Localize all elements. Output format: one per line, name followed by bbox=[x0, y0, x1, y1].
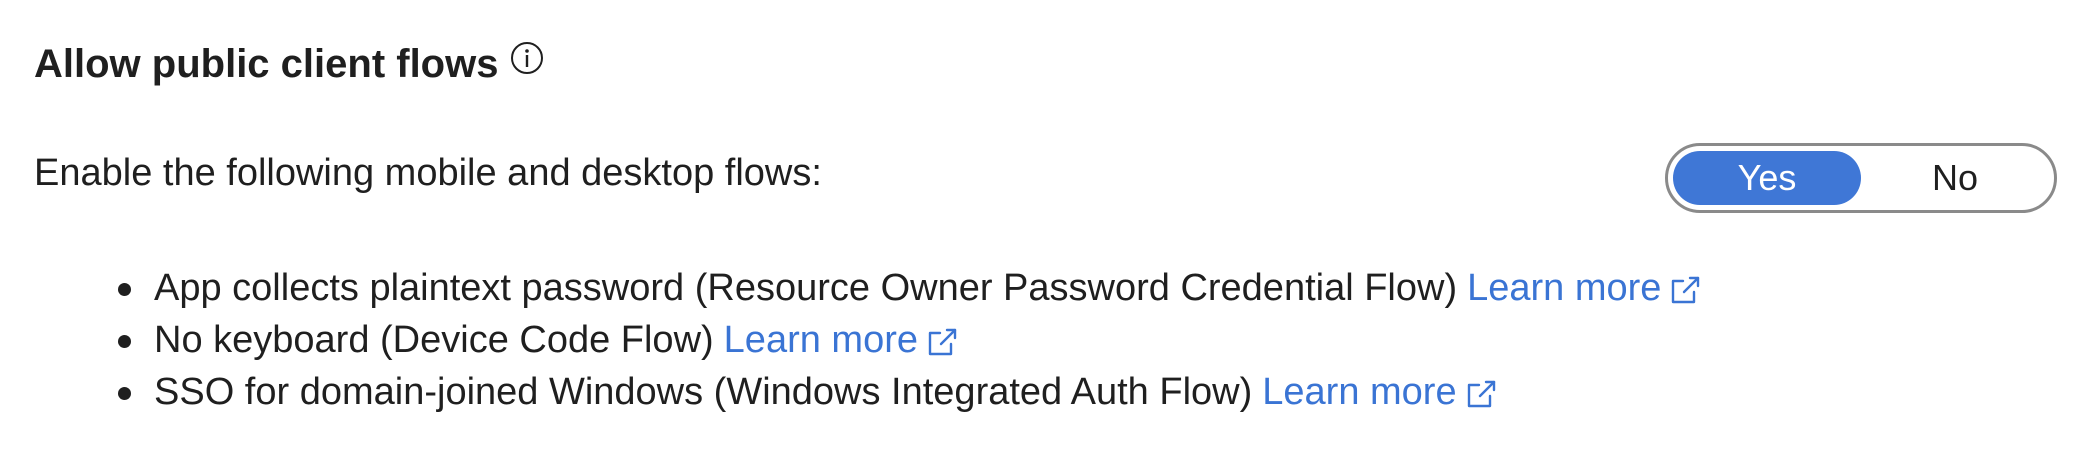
learn-more-label: Learn more bbox=[723, 319, 918, 361]
yes-no-toggle[interactable]: Yes No bbox=[1665, 143, 2057, 213]
learn-more-label: Learn more bbox=[1467, 267, 1662, 309]
section-title: Allow public client flows bbox=[34, 42, 499, 86]
flow-text: App collects plaintext password (Resourc… bbox=[154, 267, 1458, 309]
bullet-icon bbox=[118, 335, 131, 348]
list-item: No keyboard (Device Code Flow) Learn more bbox=[118, 314, 1705, 366]
external-link-icon bbox=[1461, 374, 1501, 414]
flow-text: No keyboard (Device Code Flow) bbox=[154, 319, 714, 361]
learn-more-link[interactable]: Learn more bbox=[1467, 267, 1705, 309]
flows-list: App collects plaintext password (Resourc… bbox=[118, 262, 1705, 418]
toggle-yes-option[interactable]: Yes bbox=[1673, 151, 1861, 205]
flows-description: Enable the following mobile and desktop … bbox=[34, 152, 822, 194]
info-icon[interactable] bbox=[510, 41, 544, 75]
list-item: SSO for domain-joined Windows (Windows I… bbox=[118, 366, 1705, 418]
list-item: App collects plaintext password (Resourc… bbox=[118, 262, 1705, 314]
learn-more-link[interactable]: Learn more bbox=[1262, 371, 1500, 413]
external-link-icon bbox=[1665, 270, 1705, 310]
toggle-no-option[interactable]: No bbox=[1861, 151, 2049, 205]
public-client-flows-section: Allow public client flows Enable the fol… bbox=[0, 0, 2083, 458]
learn-more-label: Learn more bbox=[1262, 371, 1457, 413]
bullet-icon bbox=[118, 283, 131, 296]
title-row: Allow public client flows bbox=[34, 36, 544, 92]
bullet-icon bbox=[118, 387, 131, 400]
external-link-icon bbox=[922, 322, 962, 362]
flow-text: SSO for domain-joined Windows (Windows I… bbox=[154, 371, 1253, 413]
learn-more-link[interactable]: Learn more bbox=[724, 319, 962, 361]
